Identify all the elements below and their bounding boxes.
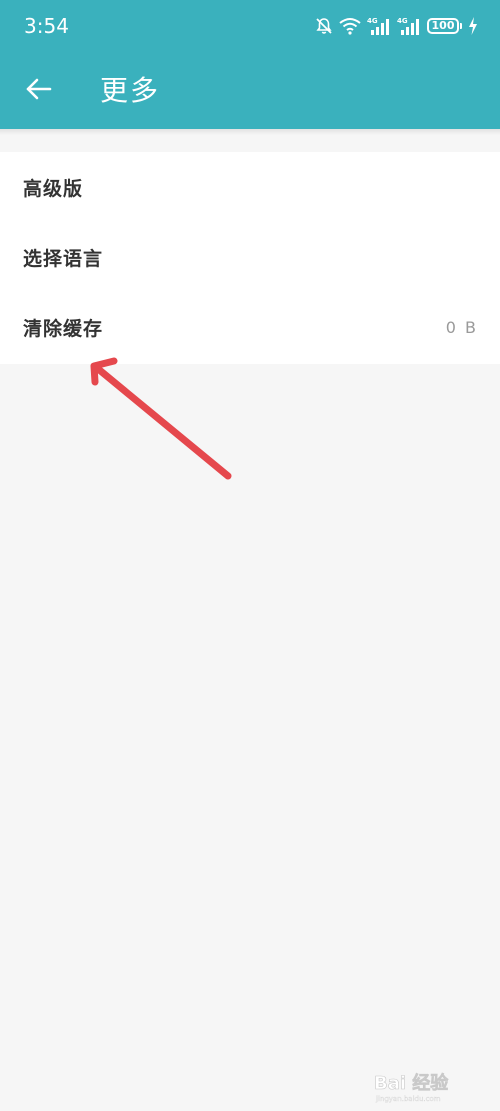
app-header: 3:54 4G 4G 100 更多 xyxy=(0,0,500,129)
settings-item-premium[interactable]: 高级版 xyxy=(0,152,500,222)
back-arrow-icon xyxy=(26,78,52,104)
baidu-jingyan-watermark: Bai 经验 jingyan.baidu.com xyxy=(374,1072,450,1103)
network-label: 4G xyxy=(397,17,408,25)
settings-item-clear-cache[interactable]: 清除缓存 0 B xyxy=(0,292,500,362)
header-shadow xyxy=(0,129,500,135)
battery-tip xyxy=(460,23,462,29)
signal-icon: 4G xyxy=(397,16,421,36)
settings-item-language[interactable]: 选择语言 xyxy=(0,222,500,292)
settings-item-label: 高级版 xyxy=(23,177,84,200)
settings-list: 高级版 选择语言 清除缓存 0 B xyxy=(0,152,500,364)
battery-icon: 100 xyxy=(427,18,462,34)
network-label: 4G xyxy=(367,17,378,25)
watermark-url: jingyan.baidu.com xyxy=(375,1095,441,1103)
page-title: 更多 xyxy=(100,74,161,107)
settings-item-label: 清除缓存 xyxy=(23,317,104,340)
charging-icon xyxy=(468,17,478,35)
watermark-text: Bai 经验 xyxy=(374,1072,449,1094)
settings-item-label: 选择语言 xyxy=(23,247,104,270)
mute-bell-icon xyxy=(315,17,333,35)
wifi-icon xyxy=(339,17,361,35)
status-bar: 3:54 4G 4G 100 xyxy=(0,0,500,52)
status-icons: 4G 4G 100 xyxy=(315,14,478,38)
status-time: 3:54 xyxy=(24,14,69,38)
cache-size-value: 0 B xyxy=(445,317,478,337)
battery-level: 100 xyxy=(427,18,459,34)
back-button[interactable] xyxy=(18,70,60,112)
signal-icon: 4G xyxy=(367,16,391,36)
toolbar: 更多 xyxy=(0,56,500,126)
